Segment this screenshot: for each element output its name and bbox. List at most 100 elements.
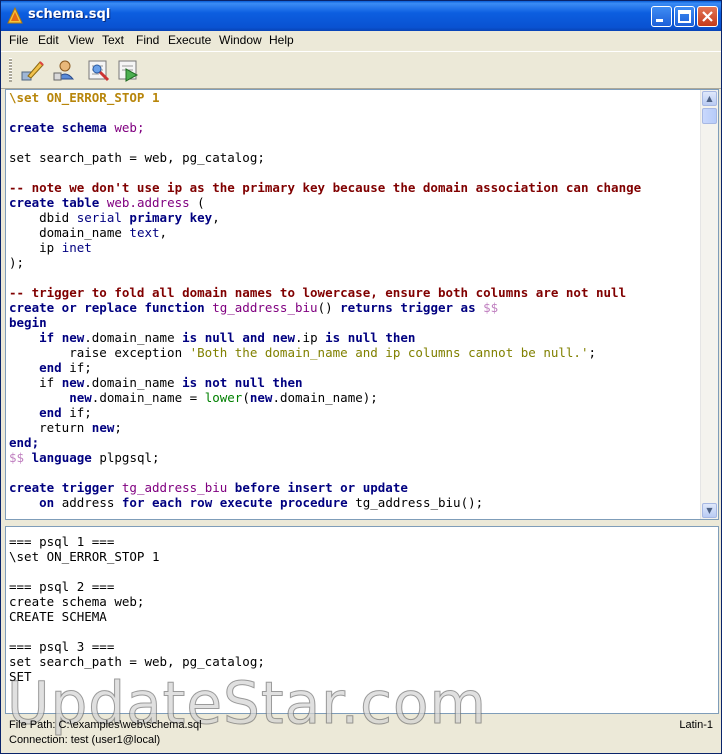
code-token: table [61, 195, 100, 210]
code-line[interactable] [9, 465, 641, 480]
app-logo-icon [7, 7, 23, 24]
code-line[interactable]: -- trigger to fold all domain names to l… [9, 285, 641, 300]
menu-help[interactable]: Help [269, 33, 294, 47]
output-line: === psql 2 === [9, 579, 115, 594]
maximize-icon [678, 10, 691, 23]
execute-icon[interactable] [85, 57, 111, 83]
output-line: \set ON_ERROR_STOP 1 [9, 549, 160, 564]
code-line[interactable] [9, 105, 641, 120]
close-button[interactable] [697, 6, 718, 27]
code-token: if [39, 330, 55, 345]
menu-view[interactable]: View [68, 33, 94, 47]
code-token: is null and [182, 330, 265, 345]
code-line[interactable]: new.domain_name = lower(new.domain_name)… [9, 390, 641, 405]
toolbar-grip[interactable] [9, 58, 12, 82]
code-token: schema [61, 120, 107, 135]
scroll-down-button[interactable]: ▼ [702, 503, 717, 518]
menu-window[interactable]: Window [219, 33, 262, 47]
code-line[interactable]: if new.domain_name is not null then [9, 375, 641, 390]
output-text: === psql 1 === \set ON_ERROR_STOP 1 === p… [9, 534, 265, 684]
code-line[interactable]: begin [9, 315, 641, 330]
code-token: on [39, 495, 55, 510]
code-line[interactable]: end if; [9, 405, 641, 420]
maximize-button[interactable] [674, 6, 695, 27]
code-token: $$ [9, 450, 25, 465]
code-token: ); [9, 255, 25, 270]
code-line[interactable] [9, 165, 641, 180]
code-line[interactable]: raise exception 'Both the domain_name an… [9, 345, 641, 360]
code-line[interactable]: -- note we don't use ip as the primary k… [9, 180, 641, 195]
scroll-up-button[interactable]: ▲ [702, 91, 717, 106]
status-encoding: Latin-1 [679, 719, 713, 731]
menu-execute[interactable]: Execute [168, 33, 211, 47]
output-line: === psql 3 === [9, 639, 115, 654]
minimize-button[interactable] [651, 6, 672, 27]
code-token: .domain_name = [91, 390, 205, 405]
code-line[interactable]: dbid serial primary key, [9, 210, 641, 225]
code-token: ip [9, 240, 62, 255]
code-line[interactable]: ip inet [9, 240, 641, 255]
output-line: SET [9, 669, 32, 684]
code-token: tg_address_biu [121, 480, 228, 495]
code-line[interactable]: create or replace function tg_address_bi… [9, 300, 641, 315]
code-line[interactable]: $$ language plpgsql; [9, 450, 641, 465]
code-line[interactable]: return new; [9, 420, 641, 435]
title-bar[interactable]: schema.sql [1, 1, 721, 31]
code-line[interactable]: on address for each row execute procedur… [9, 495, 641, 510]
code-token: \set ON_ERROR_STOP 1 [9, 90, 160, 105]
code-token: address [54, 495, 122, 510]
code-token: if [9, 375, 62, 390]
code-token: end [39, 405, 62, 420]
code-token: before insert or update [234, 480, 408, 495]
code-line[interactable]: ); [9, 255, 641, 270]
output-line: create schema web; [9, 594, 145, 609]
code-line[interactable]: \set ON_ERROR_STOP 1 [9, 90, 641, 105]
code-token: $$ [483, 300, 499, 315]
code-line[interactable] [9, 270, 641, 285]
code-line[interactable]: set search_path = web, pg_catalog; [9, 150, 641, 165]
code-line[interactable]: if new.domain_name is null and new.ip is… [9, 330, 641, 345]
code-token: domain_name [9, 225, 130, 240]
code-token: create [9, 195, 55, 210]
code-token: inet [61, 240, 92, 255]
toolbar [1, 51, 721, 89]
code-token: () [317, 300, 341, 315]
code-token: plpgsql; [91, 450, 160, 465]
menu-text[interactable]: Text [102, 33, 124, 47]
code-token: if; [61, 405, 92, 420]
menu-bar: File Edit View Text Find Execute Window … [1, 31, 721, 50]
menu-edit[interactable]: Edit [38, 33, 59, 47]
application-window: schema.sql File Edit View Text Find Exec… [0, 0, 722, 754]
scroll-thumb[interactable] [702, 108, 717, 124]
editor-vertical-scrollbar[interactable]: ▲ ▼ [700, 90, 718, 519]
code-line[interactable]: end; [9, 435, 641, 450]
code-token: for each row execute procedure [121, 495, 348, 510]
edit-pencil-icon[interactable] [19, 57, 45, 83]
code-token: .ip [295, 330, 326, 345]
menu-find[interactable]: Find [136, 33, 159, 47]
connect-icon[interactable] [51, 57, 77, 83]
code-line[interactable] [9, 135, 641, 150]
sql-editor[interactable]: \set ON_ERROR_STOP 1 create schema web; … [5, 89, 719, 520]
menu-file[interactable]: File [9, 33, 28, 47]
output-line: === psql 1 === [9, 534, 115, 549]
code-line[interactable]: create trigger tg_address_biu before ins… [9, 480, 641, 495]
code-line[interactable]: create table web.address ( [9, 195, 641, 210]
code-token: primary key [129, 210, 213, 225]
code-line[interactable]: end if; [9, 360, 641, 375]
minimize-icon [656, 19, 663, 22]
code-token: end; [9, 435, 40, 450]
execute-stop-icon[interactable] [115, 57, 141, 83]
code-line[interactable]: create schema web; [9, 120, 641, 135]
code-line[interactable]: domain_name text, [9, 225, 641, 240]
code-token: if; [61, 360, 92, 375]
sql-code[interactable]: \set ON_ERROR_STOP 1 create schema web; … [9, 90, 641, 510]
code-token: .domain_name [84, 330, 183, 345]
